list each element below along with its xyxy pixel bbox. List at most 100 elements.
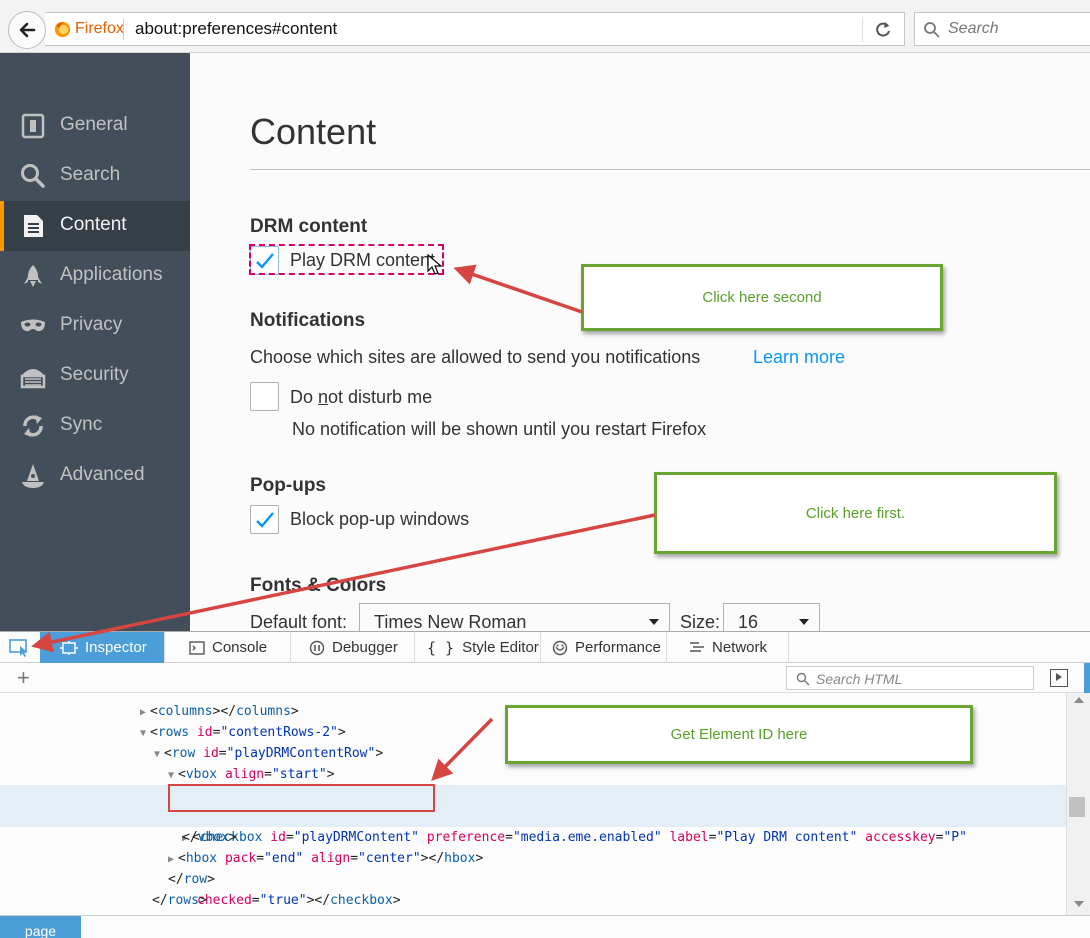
tab-style-editor[interactable]: { } Style Editor: [415, 632, 541, 663]
sidebar-item-general[interactable]: General: [0, 101, 190, 151]
font-size-value: 16: [738, 612, 759, 631]
sidebar-item-privacy[interactable]: Privacy: [0, 301, 190, 351]
markup-tag-name: vbox: [185, 767, 218, 782]
block-popups-label[interactable]: Block pop-up windows: [290, 509, 469, 530]
markup-line-cut-off: [0, 693, 1066, 701]
block-popups-checkbox[interactable]: [250, 505, 279, 534]
firefox-logo-icon: [54, 21, 71, 38]
markup-token: >: [375, 746, 384, 761]
url-separator: [123, 19, 124, 40]
font-size-label: Size:: [680, 612, 721, 631]
tab-inspector[interactable]: Inspector: [40, 632, 165, 663]
markup-tag-name: vbox: [197, 830, 229, 845]
sidebar-item-label: Security: [60, 364, 129, 385]
magnifier-icon: [796, 672, 810, 686]
back-button[interactable]: [8, 11, 46, 49]
markup-tag-name: columns: [236, 704, 291, 719]
tab-console[interactable]: Console: [165, 632, 291, 663]
tab-performance[interactable]: Performance: [541, 632, 667, 663]
scroll-up-arrow-icon[interactable]: [1074, 697, 1084, 703]
markup-token: </: [152, 893, 168, 908]
sidebar-item-security[interactable]: Security: [0, 351, 190, 401]
breadcrumb-item[interactable]: page: [0, 916, 81, 938]
default-font-select[interactable]: Times New Roman: [359, 603, 670, 631]
inspector-breadcrumbs: page: [0, 915, 1090, 938]
do-not-disturb-label[interactable]: Do not disturb me: [290, 387, 432, 408]
browser-toolbar: Firefox about:preferences#content Search: [0, 0, 1090, 53]
markup-token: >: [326, 767, 335, 782]
do-not-disturb-note: No notification will be shown until you …: [292, 419, 707, 439]
markup-attr-name: align: [311, 851, 351, 866]
sidebar-item-search[interactable]: Search: [0, 151, 190, 201]
expand-triangle-icon[interactable]: ▶: [140, 702, 150, 723]
collapse-triangle-icon[interactable]: ▼: [168, 765, 178, 786]
drm-focus-ring: [249, 244, 444, 275]
url-bar[interactable]: Firefox about:preferences#content: [45, 12, 905, 46]
sidebar-item-label: General: [60, 114, 128, 135]
sidebar-item-sync[interactable]: Sync: [0, 401, 190, 451]
do-not-disturb-label-part: Do: [290, 387, 319, 407]
collapse-triangle-icon[interactable]: ▼: [154, 744, 164, 765]
devtools-tabbar: Inspector Console Debugger { } Style Edi…: [0, 631, 1090, 663]
markup-tag-name: row: [171, 746, 196, 761]
element-picker-button[interactable]: [0, 632, 40, 663]
sidebar-item-label: Search: [60, 164, 121, 185]
markup-line-rows-close[interactable]: </rows>: [0, 890, 1066, 911]
notifications-heading: Notifications: [250, 310, 366, 331]
browser-search-placeholder: Search: [948, 20, 999, 37]
sync-icon: [23, 415, 43, 437]
browser-search-bar[interactable]: Search: [914, 12, 1090, 46]
markup-tag-name: rows: [167, 893, 199, 908]
markup-attr-value: "start": [271, 767, 327, 782]
scroll-down-arrow-icon[interactable]: [1074, 901, 1084, 907]
markup-token: </: [168, 872, 184, 887]
markup-attr-name: align: [224, 767, 265, 782]
sidebar-item-advanced[interactable]: Advanced: [0, 451, 190, 501]
markup-token: ></: [212, 704, 237, 719]
markup-token: >: [290, 704, 299, 719]
markup-attr-value: "end": [264, 851, 304, 866]
toggle-sidebar-button[interactable]: [1050, 669, 1068, 687]
tab-debugger[interactable]: Debugger: [291, 632, 415, 663]
sidebar-item-content[interactable]: Content: [0, 201, 190, 251]
markup-attr-name: pack: [224, 851, 257, 866]
chevron-down-icon: [799, 619, 809, 625]
tab-network[interactable]: Network: [667, 632, 789, 663]
markup-token: <: [178, 767, 186, 782]
markup-line-vbox-close[interactable]: </vbox>: [0, 827, 1066, 848]
preferences-sidebar: General Search Content Applications Priv…: [0, 53, 190, 631]
search-html-input[interactable]: Search HTML: [786, 666, 1034, 690]
notifications-description: Choose which sites are allowed to send y…: [250, 347, 701, 367]
markup-scrollbar[interactable]: [1066, 693, 1090, 915]
search-html-placeholder: Search HTML: [816, 671, 903, 687]
general-icon: [21, 113, 45, 139]
performance-icon: [552, 640, 568, 655]
pane-edge-accent: [1084, 663, 1090, 693]
expand-triangle-icon[interactable]: ▶: [168, 849, 178, 870]
advanced-wizard-icon: [22, 464, 44, 488]
markup-attr-value: "center": [358, 851, 421, 866]
sidebar-item-applications[interactable]: Applications: [0, 251, 190, 301]
applications-icon: [24, 265, 42, 287]
markup-line-hbox[interactable]: ▶ <hbox pack="end" align="center"></hbox>: [0, 848, 1066, 869]
tab-label: Inspector: [85, 639, 147, 656]
scroll-thumb[interactable]: [1069, 797, 1085, 817]
markup-token: ></: [420, 851, 445, 866]
security-icon: [20, 369, 46, 389]
checkmark-icon: [256, 512, 274, 528]
collapse-triangle-icon[interactable]: ▼: [140, 723, 150, 744]
identity-brand-label: Firefox: [75, 20, 124, 37]
do-not-disturb-checkbox[interactable]: [250, 382, 279, 411]
font-size-select[interactable]: 16: [723, 603, 820, 631]
markup-line-vbox[interactable]: ▼ <vbox align="start">: [0, 764, 1066, 785]
markup-token: >: [228, 830, 237, 845]
reload-icon[interactable]: [873, 20, 893, 40]
reload-separator: [862, 17, 863, 42]
markup-line-checkbox-selected[interactable]: ▶ <checkbox id="playDRMContent" preferenc…: [0, 785, 1066, 908]
debugger-icon: [309, 640, 325, 655]
markup-line-row-close[interactable]: </row>: [0, 869, 1066, 890]
add-node-button[interactable]: +: [17, 665, 30, 691]
markup-tag-name: row: [183, 872, 208, 887]
learn-more-link[interactable]: Learn more: [753, 347, 845, 368]
url-text[interactable]: about:preferences#content: [135, 19, 337, 39]
